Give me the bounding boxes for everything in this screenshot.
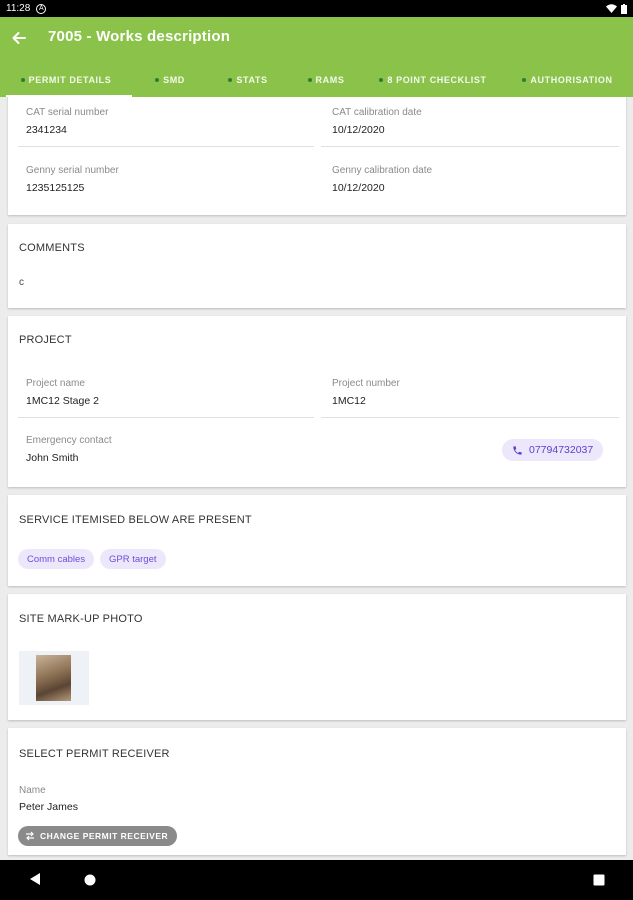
divider [18, 417, 314, 418]
field-label: CAT serial number [26, 107, 109, 118]
field-value: John Smith [26, 452, 79, 464]
receiver-name-label: Name [19, 785, 46, 796]
genny-serial-field: Genny serial number 1235125125 [26, 165, 119, 194]
swap-icon [26, 831, 34, 841]
services-title: SERVICE ITEMISED BELOW ARE PRESENT [19, 514, 252, 526]
tab-label: 8 POINT CHECKLIST [387, 75, 487, 85]
tab-label: STATS [236, 75, 268, 85]
system-nav-bar [0, 860, 633, 900]
call-phone-button[interactable]: 07794732037 [502, 439, 604, 461]
project-name-field: Project name 1MC12 Stage 2 [26, 378, 99, 407]
equipment-card: CAT serial number 2341234 CAT calibratio… [8, 97, 626, 215]
tab-status-dot [20, 78, 25, 82]
site-photo-card: SITE MARK-UP PHOTO [8, 594, 626, 720]
genny-calibration-field: Genny calibration date 10/12/2020 [332, 165, 432, 194]
battery-icon [621, 3, 627, 14]
status-time: 11:28 [6, 3, 31, 14]
site-photo-title: SITE MARK-UP PHOTO [19, 613, 143, 625]
divider [18, 146, 314, 147]
field-label: Emergency contact [26, 435, 112, 446]
field-value: 10/12/2020 [332, 182, 385, 194]
field-value: 10/12/2020 [332, 124, 385, 136]
tab-status-dot [307, 78, 312, 82]
receiver-name-value: Peter James [19, 801, 78, 813]
field-value: 1MC12 Stage 2 [26, 395, 99, 407]
site-photo-image [36, 655, 71, 701]
nav-home-icon[interactable] [84, 874, 96, 886]
tab-label: AUTHORISATION [530, 75, 613, 85]
permit-details-content[interactable]: CAT serial number 2341234 CAT calibratio… [0, 97, 633, 860]
nav-recents-icon[interactable] [593, 874, 605, 886]
tab-authorisation[interactable]: AUTHORISATION [502, 63, 633, 97]
field-value: 1MC12 [332, 395, 366, 407]
emergency-contact-field: Emergency contact John Smith [26, 435, 112, 464]
field-value: 1235125125 [26, 182, 85, 194]
nav-back-icon[interactable] [29, 872, 41, 886]
permit-receiver-title: SELECT PERMIT RECEIVER [19, 748, 170, 760]
field-label: Genny serial number [26, 165, 119, 176]
tab-status-dot [155, 78, 160, 82]
field-label: Genny calibration date [332, 165, 433, 176]
divider [321, 417, 619, 418]
change-permit-receiver-button[interactable]: CHANGE PERMIT RECEIVER [18, 826, 178, 846]
permit-receiver-card: SELECT PERMIT RECEIVER Name Peter James … [8, 728, 626, 855]
notification-icon: A [36, 3, 47, 14]
cat-serial-field: CAT serial number 2341234 [26, 107, 108, 136]
project-card: PROJECT Project name 1MC12 Stage 2 Proje… [8, 316, 626, 487]
service-chip[interactable]: Comm cables [18, 549, 95, 569]
tab-status-dot [522, 78, 527, 82]
back-arrow-icon[interactable] [10, 29, 28, 47]
services-card: SERVICE ITEMISED BELOW ARE PRESENT Comm … [8, 495, 626, 586]
comments-card: COMMENTS c [8, 224, 626, 308]
comments-text: c [19, 277, 24, 288]
service-chip[interactable]: GPR target [100, 549, 166, 569]
tab-label: SMD [163, 75, 185, 85]
tab-label: RAMS [315, 75, 345, 85]
field-value: 2341234 [26, 124, 67, 136]
tab-permit-details[interactable]: PERMIT DETAILS [0, 63, 132, 97]
app-bar: 7005 - Works description PERMIT DETAILS … [0, 17, 633, 97]
status-bar: 11:28 A [0, 0, 633, 17]
tab-status-dot [228, 78, 233, 82]
phone-icon [513, 445, 522, 455]
tab-8-point-checklist[interactable]: 8 POINT CHECKLIST [364, 63, 502, 97]
site-photo-thumbnail[interactable] [19, 651, 89, 705]
tab-label: PERMIT DETAILS [28, 75, 112, 85]
tab-bar: PERMIT DETAILS SMD STATS RAMS 8 POINT CH… [0, 63, 633, 97]
comments-title: COMMENTS [19, 242, 85, 254]
divider [321, 146, 619, 147]
field-label: Project number [332, 378, 400, 389]
field-label: CAT calibration date [332, 107, 422, 118]
cat-calibration-field: CAT calibration date 10/12/2020 [332, 107, 422, 136]
tab-stats[interactable]: STATS [208, 63, 288, 97]
field-label: Project name [26, 378, 85, 389]
tab-rams[interactable]: RAMS [288, 63, 364, 97]
page-title: 7005 - Works description [48, 28, 231, 45]
project-title: PROJECT [19, 334, 72, 346]
phone-number: 07794732037 [529, 444, 594, 456]
project-number-field: Project number 1MC12 [332, 378, 400, 407]
wifi-icon [606, 4, 617, 13]
tab-status-dot [379, 78, 384, 82]
change-permit-receiver-label: CHANGE PERMIT RECEIVER [40, 831, 169, 841]
tab-smd[interactable]: SMD [132, 63, 208, 97]
